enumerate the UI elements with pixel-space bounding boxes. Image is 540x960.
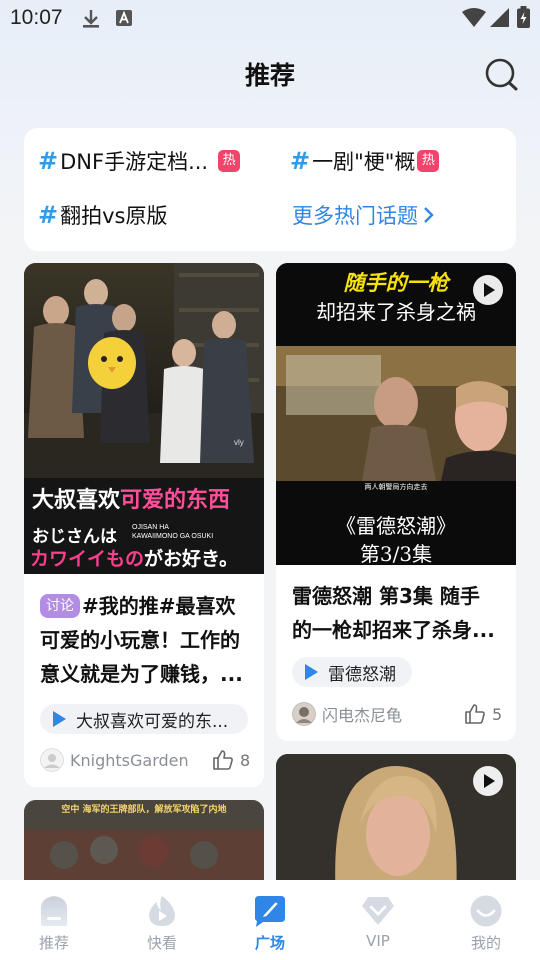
overlay-subtitle-tail: がお好き。 xyxy=(144,548,239,570)
thumbs-up-icon xyxy=(213,750,233,770)
card-text-line: 意义就是为了赚钱，... xyxy=(40,662,243,686)
feed-card[interactable] xyxy=(276,754,516,900)
status-time: 10:07 xyxy=(10,6,63,29)
page-title: 推荐 xyxy=(244,61,295,90)
topic-label: 翻拍vs原版 xyxy=(60,204,168,228)
like-button[interactable]: 8 xyxy=(212,749,250,771)
hashtag-icon: # xyxy=(38,147,59,175)
recommend-icon xyxy=(41,896,67,926)
hot-badge: 热 xyxy=(218,150,241,172)
card-description: 雷德怒潮 第3集 随手 的一枪却招来了杀身... xyxy=(292,579,508,647)
like-count: 8 xyxy=(240,750,251,770)
avatar xyxy=(292,702,316,726)
author-name: 闪电杰尼龟 xyxy=(322,706,403,725)
overlay-title-highlight: 可爱的东西 xyxy=(120,488,231,513)
card-description: 讨论 #我的推#最喜欢 可爱的小玩意！工作的 意义就是为了赚钱，... xyxy=(40,589,256,691)
overlay-romaji-1: OJISAN HA xyxy=(132,524,169,531)
feed-card[interactable]: vly 大叔喜欢可爱的东西 おじさんは OJISAN HA KAWAIIMONO… xyxy=(24,263,264,787)
topic-item[interactable]: # 一剧"梗"概 热 xyxy=(290,146,440,176)
nav-label: 快看 xyxy=(146,934,177,952)
card-text-line: 雷德怒潮 第3集 随手 xyxy=(292,584,480,608)
feed-card[interactable]: 随手的一枪 却招来了杀身之祸 两人朝警局方向走去 《雷德怒潮》 第3/3集 雷德… xyxy=(276,263,516,741)
topic-item[interactable]: # DNF手游定档... 热 xyxy=(38,146,241,176)
square-icon xyxy=(255,896,285,927)
nav-label: 推荐 xyxy=(38,934,69,952)
nav-tab-me[interactable]: 我的 xyxy=(432,880,540,960)
nav-label: 广场 xyxy=(254,934,285,952)
battery-charging-icon xyxy=(517,6,530,28)
nav-label: 我的 xyxy=(470,934,501,952)
thumbnail-caption: 大叔喜欢可爱的东西 おじさんは OJISAN HA KAWAIIMONO GA … xyxy=(24,478,264,574)
card-text-line: 可爱的小玩意！工作的 xyxy=(40,628,240,652)
font-a-icon xyxy=(116,10,132,26)
overlay-title-plain: 大叔喜欢 xyxy=(32,488,121,513)
author[interactable]: KnightsGarden xyxy=(40,748,189,772)
profile-face-icon xyxy=(470,895,502,927)
card-thumbnail: vly 大叔喜欢可爱的东西 おじさんは OJISAN HA KAWAIIMONO… xyxy=(24,263,264,574)
hashtag-icon: # xyxy=(38,201,59,229)
hashtag-icon: # xyxy=(290,147,311,175)
video-chip-label: 大叔喜欢可爱的东... xyxy=(76,711,229,732)
card-text-line: #我的推#最喜欢 xyxy=(82,594,236,618)
play-icon xyxy=(305,664,318,680)
topic-label: DNF手游定档... xyxy=(60,150,209,174)
video-chip[interactable]: 雷德怒潮 xyxy=(292,657,412,687)
overlay-episode: 第3/3集 xyxy=(359,542,433,565)
avatar xyxy=(40,748,64,772)
more-topics-link[interactable]: 更多热门话题 xyxy=(292,200,436,230)
overlay-show-title: 《雷德怒潮》 xyxy=(336,514,456,538)
nav-tab-quick-view[interactable]: 快看 xyxy=(108,880,216,960)
topic-label: 一剧"梗"概 xyxy=(312,150,416,174)
discuss-tag: 讨论 xyxy=(40,594,80,618)
diamond-icon xyxy=(362,897,394,925)
svg-text:vly: vly xyxy=(234,438,244,447)
topic-item[interactable]: # 翻拍vs原版 xyxy=(38,200,167,230)
card-thumbnail: 随手的一枪 却招来了杀身之祸 两人朝警局方向走去 《雷德怒潮》 第3/3集 xyxy=(276,263,516,565)
author[interactable]: 闪电杰尼龟 xyxy=(292,702,402,726)
more-topics-label: 更多热门话题 xyxy=(292,204,418,228)
card-thumbnail xyxy=(276,754,516,900)
wifi-icon xyxy=(462,8,486,27)
overlay-caption: 两人朝警局方向走去 xyxy=(364,483,428,491)
hot-badge: 热 xyxy=(417,150,440,172)
thumbs-up-icon xyxy=(465,704,485,724)
chevron-right-icon xyxy=(424,207,434,223)
search-icon[interactable] xyxy=(484,56,520,92)
like-count: 5 xyxy=(492,704,503,724)
like-button[interactable]: 5 xyxy=(464,703,502,725)
play-icon[interactable] xyxy=(473,766,503,796)
video-chip-label: 雷德怒潮 xyxy=(328,664,396,685)
overlay-subtitle-highlight: カワイイもの xyxy=(30,548,145,570)
nav-tab-vip[interactable]: VIP xyxy=(324,880,432,960)
play-icon xyxy=(53,711,66,727)
nav-tab-recommend[interactable]: 推荐 xyxy=(0,880,108,960)
download-icon xyxy=(83,10,99,28)
flame-icon xyxy=(149,896,175,926)
author-name: KnightsGarden xyxy=(70,750,189,770)
video-chip[interactable]: 大叔喜欢可爱的东... xyxy=(40,704,248,734)
card-text-line: 的一枪却招来了杀身... xyxy=(292,618,495,642)
bottom-navigation: 推荐 快看 广场 VIP 我的 xyxy=(0,880,540,960)
play-icon[interactable] xyxy=(473,275,503,305)
hot-topics-card: # DNF手游定档... 热 # 一剧"梗"概 热 # 翻拍vs原版 更多热门话… xyxy=(24,128,516,251)
overlay-romaji-2: KAWAIIMONO GA OSUKI xyxy=(132,533,214,540)
nav-tab-square[interactable]: 广场 xyxy=(216,880,324,960)
status-bar: 10:07 xyxy=(0,0,540,36)
nav-label: VIP xyxy=(366,932,390,950)
overlay-headline: 空中 海军的王牌部队，解放军攻陷了内地 xyxy=(61,805,227,815)
cellular-signal-icon xyxy=(490,8,509,27)
